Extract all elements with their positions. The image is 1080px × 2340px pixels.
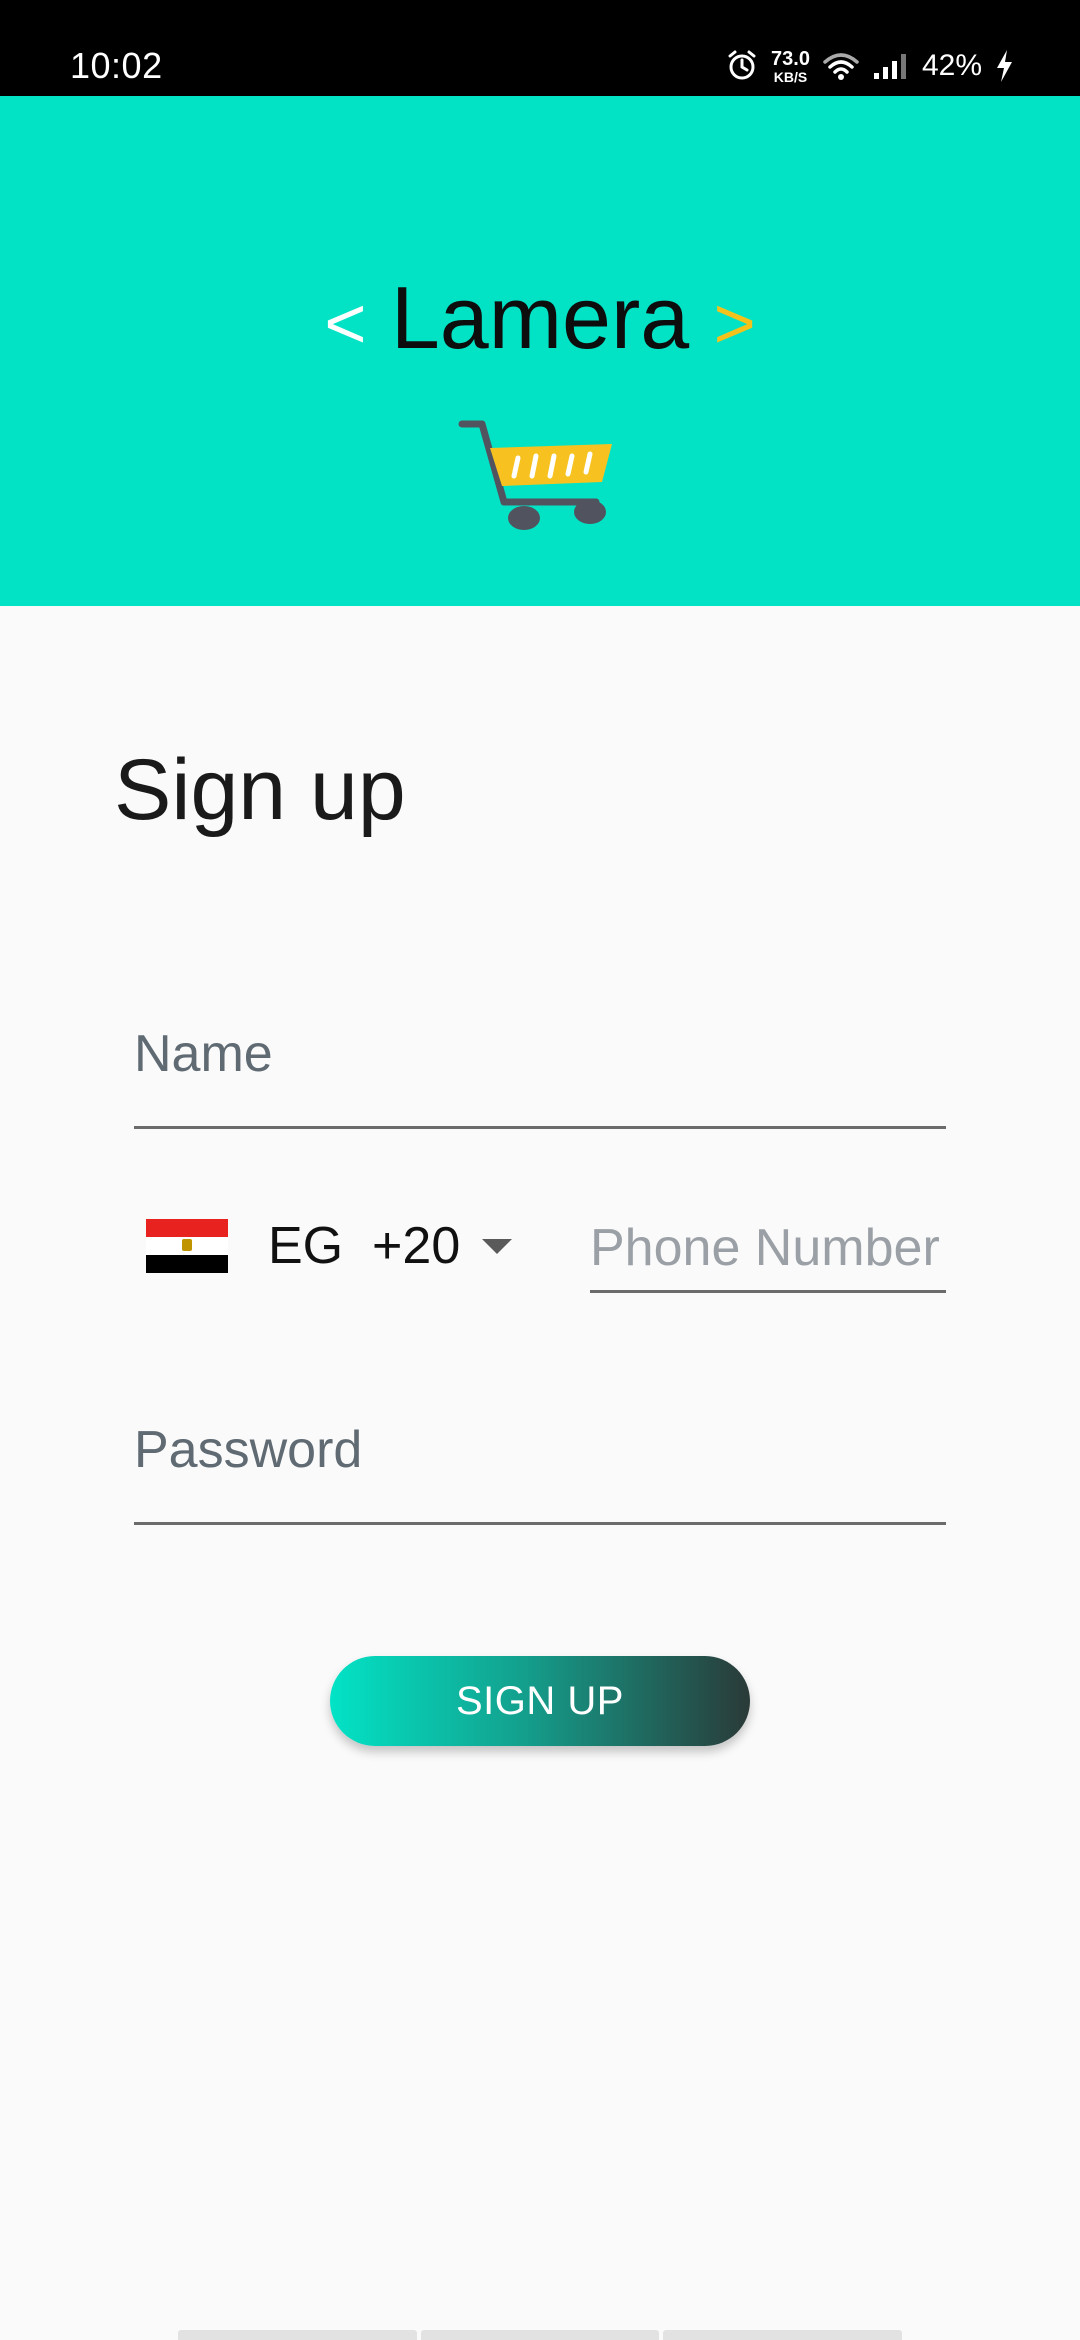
phone-field-container <box>590 1208 946 1293</box>
alarm-icon <box>728 50 756 80</box>
network-speed-value: 73.0 <box>771 47 810 70</box>
password-field-container <box>134 1410 946 1525</box>
network-speed-unit: KB/S <box>773 68 808 85</box>
charging-icon <box>997 50 1012 82</box>
nav-segment <box>178 2330 417 2340</box>
dropdown-arrow-icon <box>482 1238 513 1254</box>
egypt-flag-icon <box>146 1219 228 1273</box>
battery-level: 42% <box>921 49 982 82</box>
status-icons: 73.0 KB/S 42% <box>725 44 1014 88</box>
sign-up-button[interactable]: SIGN UP <box>330 1656 750 1746</box>
country-code-picker[interactable]: EG +20 <box>134 1200 534 1292</box>
nav-segment <box>663 2330 903 2340</box>
page-title: Sign up <box>114 742 406 838</box>
country-iso: EG <box>268 1217 344 1275</box>
password-input[interactable] <box>134 1410 946 1490</box>
name-field-container <box>134 1014 946 1129</box>
status-bar: 10:02 73.0 KB/S 42% <box>0 0 1080 96</box>
logo-open-bracket: < <box>324 284 367 364</box>
wifi-icon <box>823 53 859 80</box>
nav-segment <box>420 2330 660 2340</box>
network-speed: 73.0 KB/S <box>771 49 810 84</box>
app-name: Lamera <box>390 268 690 367</box>
country-code: EG +20 <box>268 1216 460 1276</box>
phone-number-input[interactable] <box>590 1208 946 1288</box>
logo-close-bracket: > <box>713 284 756 364</box>
status-time: 10:02 <box>70 45 163 86</box>
app-header: < Lamera > <box>0 96 1080 606</box>
shopping-cart-icon <box>458 420 612 530</box>
dial-code: +20 <box>372 1217 461 1275</box>
signal-icon <box>873 54 906 79</box>
app-logo: < Lamera > <box>0 268 1080 374</box>
name-input[interactable] <box>134 1014 946 1094</box>
navigation-bar <box>178 2330 903 2340</box>
